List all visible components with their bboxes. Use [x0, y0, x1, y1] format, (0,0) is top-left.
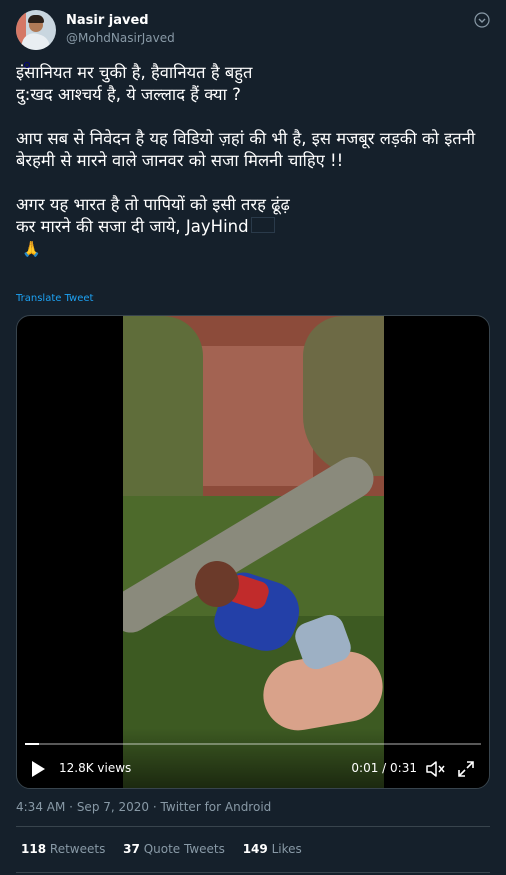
video-controls-overlay — [17, 728, 489, 788]
retweets-label: Retweets — [49, 842, 106, 856]
tweet-paragraph-text: अगर यह भारत है तो पापियों को इसी तरह ढूं… — [16, 195, 290, 236]
video-progress-bar[interactable] — [25, 743, 481, 745]
author-name[interactable]: Nasir javed — [66, 13, 149, 28]
video-frame — [123, 316, 384, 788]
retweets-count: 118 — [21, 842, 47, 856]
tweet-text: इंसानियत मर चुकी है, हैवानियत है बहुत दु… — [16, 62, 490, 260]
likes-stat[interactable]: 149 Likes — [243, 842, 302, 856]
tweet-source[interactable]: Twitter for Android — [161, 800, 272, 814]
pray-emoji: 🙏 — [22, 240, 41, 258]
volume-muted-icon[interactable] — [425, 760, 445, 778]
video-player[interactable]: 12.8K views 0:01 / 0:31 — [16, 315, 490, 789]
divider — [16, 826, 490, 827]
tweet-date[interactable]: Sep 7, 2020 — [77, 800, 149, 814]
meta-separator: · — [69, 800, 73, 814]
divider — [16, 872, 490, 873]
tweet-stats: 118 Retweets 37 Quote Tweets 149 Likes — [21, 842, 316, 856]
tweet-paragraph: आप सब से निवेदन है यह विडियो ज़हां की भी… — [16, 129, 476, 170]
india-flag-icon — [250, 217, 275, 233]
author-handle[interactable]: @MohdNasirJaved — [66, 31, 175, 45]
video-progress-fill — [25, 743, 39, 745]
quote-tweets-label: Quote Tweets — [143, 842, 225, 856]
retweets-stat[interactable]: 118 Retweets — [21, 842, 105, 856]
view-count: 12.8K views — [59, 761, 132, 775]
quote-tweets-count: 37 — [123, 842, 140, 856]
likes-label: Likes — [271, 842, 302, 856]
avatar[interactable] — [16, 10, 56, 50]
quote-tweets-stat[interactable]: 37 Quote Tweets — [123, 842, 225, 856]
fullscreen-icon[interactable] — [457, 760, 475, 778]
meta-separator: · — [152, 800, 157, 814]
tweet-header: Nasir javed @MohdNasirJaved — [16, 10, 490, 54]
tweet-time[interactable]: 4:34 AM — [16, 800, 65, 814]
tweet-paragraph: अगर यह भारत है तो पापियों को इसी तरह ढूं… — [16, 194, 490, 238]
likes-count: 149 — [242, 842, 268, 856]
translate-tweet-link[interactable]: Translate Tweet — [16, 293, 93, 304]
video-time: 0:01 / 0:31 — [351, 761, 417, 775]
tweet-paragraph: इंसानियत मर चुकी है, हैवानियत है बहुत दु… — [16, 63, 253, 104]
play-icon[interactable] — [29, 760, 47, 778]
chevron-down-icon[interactable] — [474, 12, 490, 28]
tweet-meta: 4:34 AM · Sep 7, 2020 · Twitter for Andr… — [16, 800, 271, 814]
